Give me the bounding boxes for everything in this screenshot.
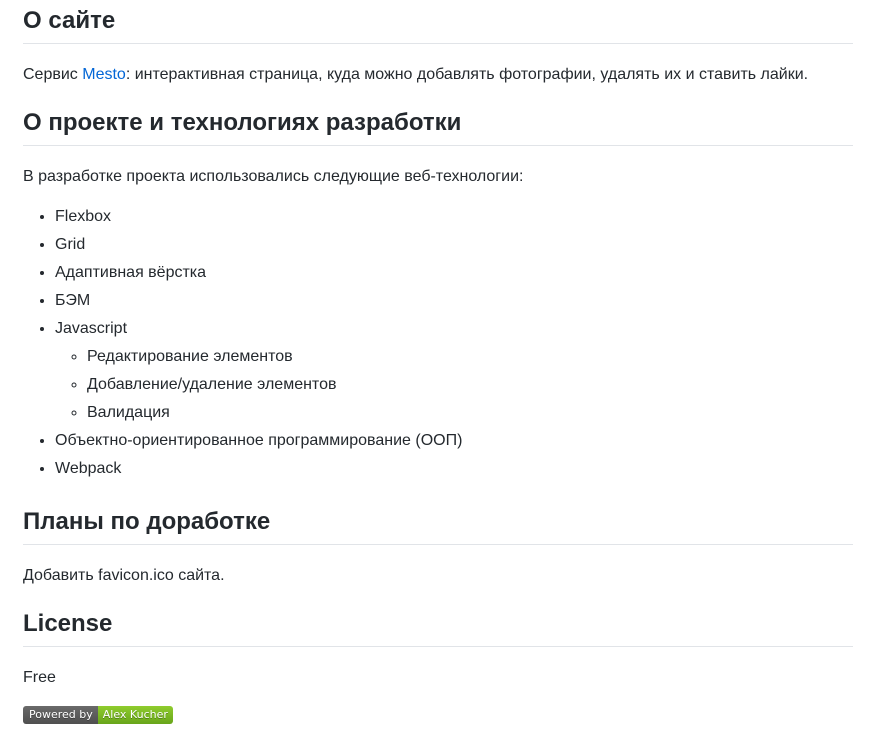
heading-tech: О проекте и технологиях разработки	[23, 108, 853, 146]
about-paragraph: Сервис Mesto: интерактивная страница, ку…	[23, 63, 853, 87]
badge-value: Alex Kucher	[97, 706, 173, 724]
heading-plans: Планы по доработке	[23, 507, 853, 545]
list-item-label: Javascript	[55, 320, 128, 337]
plans-paragraph: Добавить favicon.ico сайта.	[23, 567, 225, 584]
sublist-item: Редактирование элементов	[87, 345, 853, 369]
list-item: Grid	[55, 233, 853, 257]
tech-intro: В разработке проекта использовались след…	[23, 168, 524, 185]
list-item-javascript: Javascript Редактирование элементов Доба…	[55, 317, 853, 425]
powered-by-badge: Powered by Alex Kucher	[23, 706, 173, 724]
license-paragraph: Free	[23, 669, 56, 686]
list-item: Адаптивная вёрстка	[55, 261, 853, 285]
sublist-item: Добавление/удаление элементов	[87, 373, 853, 397]
list-item: Webpack	[55, 457, 853, 481]
about-text-after-link: : интерактивная страница, куда можно доб…	[125, 66, 809, 83]
heading-about: О сайте	[23, 6, 853, 44]
list-item: Flexbox	[55, 205, 853, 229]
tech-list: Flexbox Grid Адаптивная вёрстка БЭМ Java…	[23, 205, 853, 481]
sublist-item: Валидация	[87, 401, 853, 425]
badge-label: Powered by	[23, 706, 98, 724]
list-item: Объектно-ориентированное программировани…	[55, 429, 853, 453]
readme-page: О сайте Сервис Mesto: интерактивная стра…	[0, 6, 874, 746]
mesto-link[interactable]: Mesto	[82, 66, 126, 83]
list-item: БЭМ	[55, 289, 853, 313]
heading-license: License	[23, 609, 853, 647]
about-text-before-link: Сервис	[23, 66, 83, 83]
javascript-sublist: Редактирование элементов Добавление/удал…	[55, 345, 853, 425]
